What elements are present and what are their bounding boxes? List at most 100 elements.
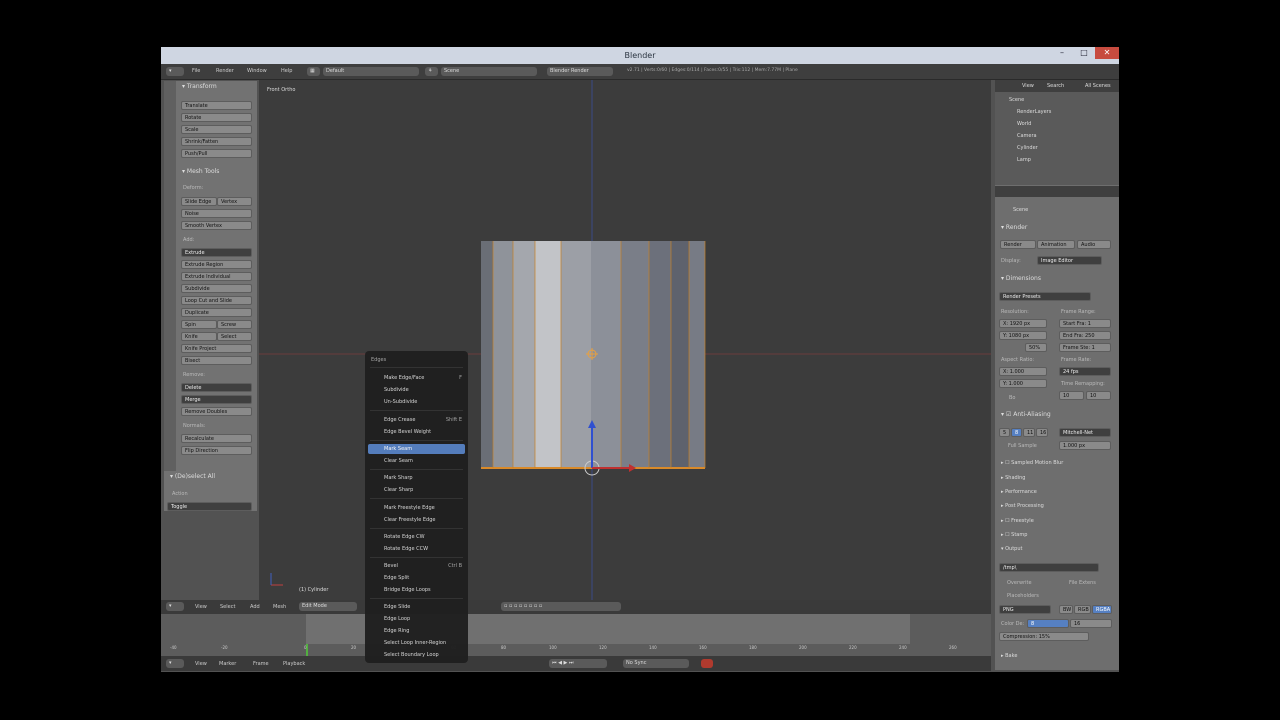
aa-size-field[interactable]: 1.000 px	[1059, 441, 1111, 450]
time-old-field[interactable]: 10	[1059, 391, 1084, 400]
fps-select[interactable]: 24 fps	[1059, 367, 1111, 376]
frame-step-field[interactable]: Frame Ste: 1	[1059, 343, 1111, 352]
display-select[interactable]: Image Editor	[1037, 256, 1102, 265]
timeline-marker-menu[interactable]: Marker	[219, 661, 236, 667]
overwrite-checkbox[interactable]: Overwrite	[1007, 580, 1032, 586]
flip-direction-button[interactable]: Flip Direction	[181, 446, 252, 455]
maximize-button[interactable]: □	[1073, 47, 1095, 59]
color-rgba-button[interactable]: RGBA	[1092, 605, 1112, 614]
scale-button[interactable]: Scale	[181, 125, 252, 134]
view-header-tools[interactable]: ▫ ▫ ▫ ▫ ▫ ▫ ▫ ▫	[501, 602, 621, 611]
render-panel-header[interactable]: ▾ Render	[1001, 224, 1027, 231]
menu-item-clear-sharp[interactable]: Clear Sharp	[365, 485, 468, 495]
menu-item-edge-ring[interactable]: Edge Ring	[365, 626, 468, 636]
menu-item-rotate-edge-cw[interactable]: Rotate Edge CW	[365, 532, 468, 542]
extrude-select[interactable]: Extrude	[181, 248, 252, 257]
record-button[interactable]	[701, 659, 713, 668]
menu-item-un-subdivide[interactable]: Un-Subdivide	[365, 397, 468, 407]
select-menu[interactable]: Select	[220, 604, 235, 610]
bake-header[interactable]: ▸ Bake	[1001, 653, 1017, 659]
outliner-item-renderlayers[interactable]: RenderLayers	[1017, 109, 1051, 115]
color-bw-button[interactable]: BW	[1059, 605, 1073, 614]
duplicate-button[interactable]: Duplicate	[181, 308, 252, 317]
outliner-item-cylinder[interactable]: Cylinder	[1017, 145, 1038, 151]
aa-samples-11[interactable]: 11	[1023, 428, 1035, 437]
rotate-button[interactable]: Rotate	[181, 113, 252, 122]
menu-item-bevel[interactable]: Bevel Ctrl B	[365, 561, 468, 571]
menu-item-select-boundary-loop[interactable]: Select Boundary Loop	[365, 650, 468, 660]
menu-item-edge-bevel-weight[interactable]: Edge Bevel Weight	[365, 427, 468, 437]
aa-samples-5[interactable]: 5	[999, 428, 1010, 437]
screw-button[interactable]: Screw	[217, 320, 252, 329]
knife-button[interactable]: Knife	[181, 332, 217, 341]
subdivide-button[interactable]: Subdivide	[181, 284, 252, 293]
recalculate-button[interactable]: Recalculate	[181, 434, 252, 443]
minimize-button[interactable]: –	[1051, 47, 1073, 59]
menu-item-bridge-edge-loops[interactable]: Bridge Edge Loops	[365, 585, 468, 595]
aspect-x-field[interactable]: X: 1.000	[999, 367, 1047, 376]
mode-select[interactable]: Edit Mode	[299, 602, 357, 611]
push-pull-button[interactable]: Push/Pull	[181, 149, 252, 158]
outliner-display-select[interactable]: All Scenes	[1085, 83, 1111, 89]
delete-select[interactable]: Delete	[181, 383, 252, 392]
layout-select[interactable]: Default	[323, 67, 419, 76]
full-sample-checkbox[interactable]: Full Sample	[1008, 443, 1037, 449]
translate-button[interactable]: Translate	[181, 101, 252, 110]
menu-item-edge-split[interactable]: Edge Split	[365, 573, 468, 583]
file-format-select[interactable]: PNG	[999, 605, 1051, 614]
resolution-x-field[interactable]: X: 1920 px	[999, 319, 1047, 328]
loop-cut-button[interactable]: Loop Cut and Slide	[181, 296, 252, 305]
outliner-item-camera[interactable]: Camera	[1017, 133, 1037, 139]
mesh-tools-panel-header[interactable]: ▾ Mesh Tools	[182, 168, 219, 175]
tool-tabs[interactable]	[164, 81, 176, 471]
menu-item-mark-sharp[interactable]: Mark Sharp	[365, 473, 468, 483]
close-button[interactable]: ✕	[1095, 47, 1119, 59]
menu-item-mark-freestyle-edge[interactable]: Mark Freestyle Edge	[365, 503, 468, 513]
resolution-y-field[interactable]: Y: 1080 px	[999, 331, 1047, 340]
editor-type-icon[interactable]: ▾	[166, 659, 184, 668]
editor-type-icon[interactable]: ▾	[166, 602, 184, 611]
bisect-button[interactable]: Bisect	[181, 356, 252, 365]
outliner-item-scene[interactable]: Scene	[1009, 97, 1024, 103]
smooth-vertex-button[interactable]: Smooth Vertex	[181, 221, 252, 230]
menu-item-subdivide[interactable]: Subdivide	[365, 385, 468, 395]
time-new-field[interactable]: 10	[1086, 391, 1111, 400]
menu-item-select-loop-inner-region[interactable]: Select Loop Inner-Region	[365, 638, 468, 648]
color-depth-16-button[interactable]: 16	[1070, 619, 1112, 628]
outliner-item-lamp[interactable]: Lamp	[1017, 157, 1031, 163]
outliner-view-menu[interactable]: View	[1022, 83, 1034, 89]
spin-button[interactable]: Spin	[181, 320, 217, 329]
aa-samples-8[interactable]: 8	[1011, 428, 1022, 437]
animation-button[interactable]: Animation	[1037, 240, 1075, 249]
timeline[interactable]: -40 -20 0 20 40 60 80 100 120 140 160 18…	[161, 614, 991, 656]
menu-item-mark-seam[interactable]: Mark Seam	[368, 444, 465, 454]
resolution-percent-field[interactable]: 50%	[1025, 343, 1047, 352]
start-frame-field[interactable]: Start Fra: 1	[1059, 319, 1111, 328]
sync-select[interactable]: No Sync	[623, 659, 689, 668]
performance-header[interactable]: ▸ Performance	[1001, 489, 1037, 495]
slide-edge-button[interactable]: Slide Edge	[181, 197, 217, 206]
freestyle-header[interactable]: ▸ ☐ Freestyle	[1001, 518, 1034, 524]
sampled-motion-blur-header[interactable]: ▸ ☐ Sampled Motion Blur	[1001, 460, 1063, 466]
outliner-search-menu[interactable]: Search	[1047, 83, 1064, 89]
timeline-playback-menu[interactable]: Playback	[283, 661, 305, 667]
outliner-item-world[interactable]: World	[1017, 121, 1031, 127]
dimensions-panel-header[interactable]: ▾ Dimensions	[1001, 275, 1041, 282]
menu-file[interactable]: File	[192, 68, 200, 74]
render-presets-select[interactable]: Render Presets	[999, 292, 1091, 301]
mesh-menu[interactable]: Mesh	[273, 604, 286, 610]
remove-doubles-button[interactable]: Remove Doubles	[181, 407, 252, 416]
menu-item-edge-crease[interactable]: Edge Crease Shift E	[365, 415, 468, 425]
extrude-region-button[interactable]: Extrude Region	[181, 260, 252, 269]
vertex-slide-button[interactable]: Vertex	[217, 197, 252, 206]
merge-select[interactable]: Merge	[181, 395, 252, 404]
editor-type-icon[interactable]: ▾	[166, 67, 184, 76]
timeline-view-menu[interactable]: View	[195, 661, 207, 667]
aa-samples-16[interactable]: 16	[1036, 428, 1048, 437]
properties-tabs[interactable]	[995, 186, 1119, 197]
extrude-individual-button[interactable]: Extrude Individual	[181, 272, 252, 281]
timeline-frame-menu[interactable]: Frame	[253, 661, 269, 667]
transform-panel-header[interactable]: ▾ Transform	[182, 83, 217, 90]
menu-window[interactable]: Window	[247, 68, 267, 74]
menu-item-clear-freestyle-edge[interactable]: Clear Freestyle Edge	[365, 515, 468, 525]
